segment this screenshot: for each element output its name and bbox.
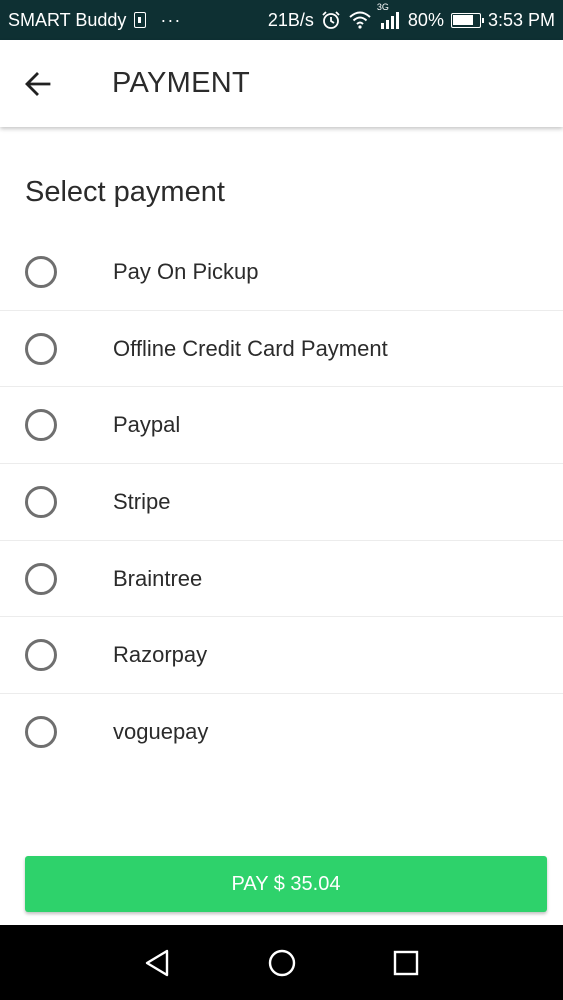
nav-back-button[interactable] (139, 944, 177, 982)
battery-fill (453, 15, 474, 25)
section-title: Select payment (25, 176, 225, 208)
circle-home-icon (268, 949, 295, 976)
payment-option-label: Razorpay (113, 642, 208, 668)
payment-option-razorpay[interactable]: Razorpay (0, 617, 563, 695)
wifi-icon (348, 10, 372, 30)
network-speed: 21B/s (267, 9, 314, 30)
payment-option-braintree[interactable]: Braintree (0, 541, 563, 618)
navigation-bar (0, 925, 563, 1000)
payment-option-voguepay[interactable]: voguepay (0, 694, 563, 771)
payment-option-label: Braintree (113, 565, 203, 591)
radio-button[interactable] (25, 255, 57, 288)
sim-card-icon (134, 12, 147, 28)
carrier-name: SMART Buddy (8, 9, 127, 30)
triangle-back-icon (145, 949, 168, 976)
network-type-label: 3G (376, 2, 389, 12)
alarm-clock-icon (321, 10, 341, 30)
payment-option-label: Stripe (113, 488, 171, 514)
radio-button[interactable] (25, 332, 57, 365)
back-arrow-icon (25, 71, 51, 96)
payment-option-label: Pay On Pickup (113, 258, 259, 284)
payment-option-pay-on-pickup[interactable]: Pay On Pickup (0, 234, 563, 311)
payment-option-label: Offline Credit Card Payment (113, 335, 388, 361)
back-button[interactable] (18, 64, 58, 104)
app-bar: PAYMENT (0, 40, 563, 127)
square-recents-icon (393, 950, 418, 975)
page-title: PAYMENT (112, 67, 250, 99)
payment-option-label: Paypal (113, 412, 181, 438)
payment-options-list: Pay On Pickup Offline Credit Card Paymen… (0, 234, 563, 771)
payment-option-label: voguepay (113, 719, 209, 745)
pay-button[interactable]: PAY $ 35.04 (25, 856, 547, 912)
status-bar: SMART Buddy ··· 21B/s 3G 80% 3:53 PM (0, 0, 563, 40)
more-notifications-icon: ··· (160, 9, 182, 30)
radio-button[interactable] (25, 562, 57, 595)
battery-icon (450, 12, 484, 28)
payment-option-stripe[interactable]: Stripe (0, 464, 563, 541)
battery-percent: 80% (407, 9, 444, 30)
radio-button[interactable] (25, 716, 57, 749)
signal-3g-icon: 3G (377, 2, 401, 30)
nav-recents-button[interactable] (387, 944, 425, 982)
clock-time: 3:53 PM (487, 9, 555, 30)
radio-button[interactable] (25, 485, 57, 518)
payment-option-paypal[interactable]: Paypal (0, 387, 563, 465)
status-left: SMART Buddy ··· (8, 10, 181, 31)
radio-button[interactable] (25, 639, 57, 672)
nav-home-button[interactable] (263, 944, 301, 982)
status-right: 21B/s 3G 80% 3:53 PM (267, 2, 555, 31)
payment-option-offline-credit-card[interactable]: Offline Credit Card Payment (0, 311, 563, 388)
radio-button[interactable] (25, 409, 57, 442)
